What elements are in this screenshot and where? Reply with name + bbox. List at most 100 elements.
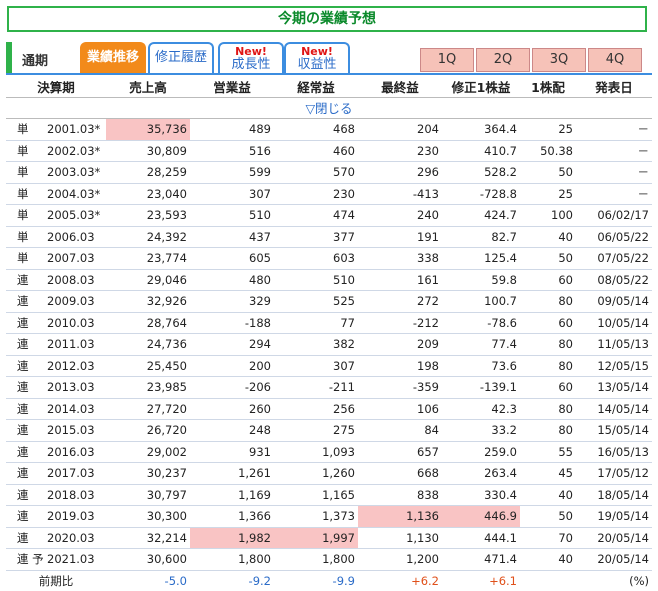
row-dividend: 100	[520, 204, 576, 227]
row-eps: 330.4	[442, 484, 520, 506]
row-operating-profit: 510	[190, 204, 274, 227]
row-type: 単	[17, 186, 29, 201]
row-period-cell: 連 2019.03	[6, 505, 106, 528]
row-period: 2014.03	[47, 401, 95, 416]
row-eps: 444.1	[442, 527, 520, 549]
row-dividend: 40	[520, 484, 576, 506]
ratio-unit: (%)	[629, 573, 649, 588]
table-row: 単 2002.03* 30,809 516 460 230 410.7 50.38 －	[6, 140, 652, 162]
row-operating-profit: 480	[190, 269, 274, 291]
row-operating-profit: 1,366	[190, 505, 274, 528]
row-period-cell: 連 2010.03	[6, 312, 106, 334]
row-period: 2016.03	[47, 444, 95, 459]
ratio-empty	[520, 570, 576, 591]
row-net-profit: 668	[358, 462, 442, 485]
row-type: 単	[17, 208, 29, 223]
row-operating-profit: 294	[190, 333, 274, 356]
table-row: 単 2005.03* 23,593 510 474 240 424.7 100 06/02/17	[6, 204, 652, 227]
row-operating-profit: 489	[190, 118, 274, 141]
row-sales: 24,736	[106, 333, 190, 356]
row-eps: 100.7	[442, 290, 520, 313]
row-net-profit: 84	[358, 419, 442, 442]
table-row: 連 2015.03 26,720 248 275 84 33.2 80 15/05/14	[6, 419, 652, 442]
row-announce-date: 10/05/14	[576, 312, 652, 334]
ratio-sales: -5.0	[164, 573, 187, 588]
ratio-label: 前期比	[38, 573, 74, 588]
ratio-net: +6.2	[411, 573, 439, 588]
tab-growth[interactable]: New! 成長性	[218, 42, 284, 74]
row-period-cell: 単 2006.03	[6, 226, 106, 248]
row-period: 2015.03	[47, 423, 95, 438]
row-sales: 26,720	[106, 419, 190, 442]
tab-revision-history[interactable]: 修正履歴	[148, 42, 214, 74]
row-sales: 30,600	[106, 548, 190, 571]
row-eps: 410.7	[442, 140, 520, 162]
row-operating-profit: 1,261	[190, 462, 274, 485]
row-operating-profit: 516	[190, 140, 274, 162]
row-dividend: 60	[520, 376, 576, 399]
row-net-profit: 161	[358, 269, 442, 291]
table-row: 連 2020.03 32,214 1,982 1,997 1,130 444.1 70 20/0…	[6, 527, 652, 549]
tab-label: 修正履歴	[154, 50, 207, 65]
row-announce-date: 14/05/14	[576, 398, 652, 420]
tab-label: 業績推移	[86, 50, 139, 65]
row-type: 連	[17, 466, 29, 481]
tab-label: 収益性	[297, 57, 337, 72]
row-operating-profit: 200	[190, 355, 274, 377]
tab-performance-history[interactable]: 業績推移	[80, 42, 146, 74]
row-net-profit: 1,136	[358, 505, 442, 528]
col-header-announce-date: 発表日	[576, 76, 652, 98]
row-dividend: 50	[520, 505, 576, 528]
row-dividend: 55	[520, 441, 576, 463]
col-header-ordinary-profit: 経常益	[274, 76, 358, 98]
quarter-tab-4q[interactable]: 4Q	[588, 48, 642, 72]
row-dividend: 50.38	[520, 140, 576, 162]
row-announce-date: －	[576, 183, 652, 205]
table-row: 連 2016.03 29,002 931 1,093 657 259.0 55 16/05/13	[6, 441, 652, 463]
row-type: 連 予	[17, 552, 44, 567]
row-announce-date: 18/05/14	[576, 484, 652, 506]
row-sales: 28,764	[106, 312, 190, 334]
row-sales: 30,237	[106, 462, 190, 485]
row-period-cell: 連 2012.03	[6, 355, 106, 377]
row-ordinary-profit: 307	[274, 355, 358, 377]
row-type: 連	[17, 272, 29, 287]
collapse-link[interactable]: ▽閉じる	[6, 97, 652, 119]
row-sales: 24,392	[106, 226, 190, 248]
row-dividend: 40	[520, 226, 576, 248]
row-period-cell: 連 2008.03	[6, 269, 106, 291]
row-period: 2005.03*	[47, 208, 101, 223]
quarter-tab-1q[interactable]: 1Q	[420, 48, 474, 72]
row-dividend: 80	[520, 355, 576, 377]
row-operating-profit: 329	[190, 290, 274, 313]
row-operating-profit: -206	[190, 376, 274, 399]
row-type: 連	[17, 487, 29, 502]
tab-profitability[interactable]: New! 収益性	[284, 42, 350, 74]
row-dividend: 50	[520, 247, 576, 270]
row-operating-profit: -188	[190, 312, 274, 334]
row-sales: 30,809	[106, 140, 190, 162]
row-announce-date: 15/05/14	[576, 419, 652, 442]
row-ordinary-profit: -211	[274, 376, 358, 399]
row-net-profit: -413	[358, 183, 442, 205]
table-row: 連 2012.03 25,450 200 307 198 73.6 80 12/05/15	[6, 355, 652, 377]
row-eps: 59.8	[442, 269, 520, 291]
row-dividend: 80	[520, 398, 576, 420]
row-eps: 263.4	[442, 462, 520, 485]
row-sales: 25,450	[106, 355, 190, 377]
row-period: 2013.03	[47, 380, 95, 395]
col-header-net-profit: 最終益	[358, 76, 442, 98]
row-sales: 32,926	[106, 290, 190, 313]
row-operating-profit: 605	[190, 247, 274, 270]
row-net-profit: 296	[358, 161, 442, 184]
row-eps: 125.4	[442, 247, 520, 270]
row-operating-profit: 1,982	[190, 527, 274, 549]
row-announce-date: －	[576, 140, 652, 162]
row-announce-date: 08/05/22	[576, 269, 652, 291]
quarter-tab-3q[interactable]: 3Q	[532, 48, 586, 72]
row-period: 2007.03	[47, 251, 95, 266]
quarter-tab-2q[interactable]: 2Q	[476, 48, 530, 72]
row-operating-profit: 307	[190, 183, 274, 205]
row-period: 2008.03	[47, 272, 95, 287]
row-announce-date: 13/05/14	[576, 376, 652, 399]
